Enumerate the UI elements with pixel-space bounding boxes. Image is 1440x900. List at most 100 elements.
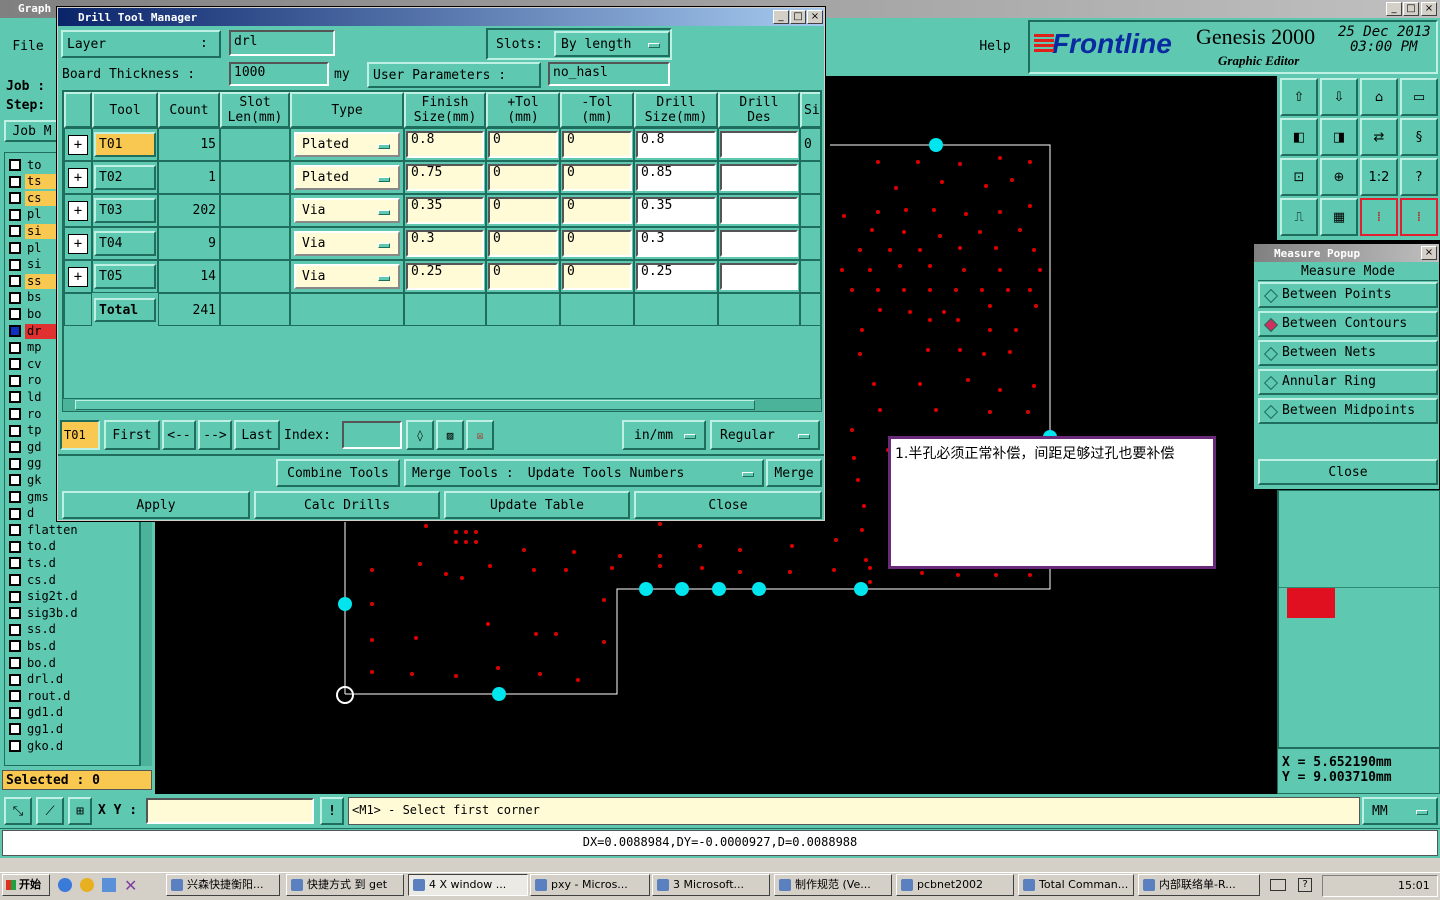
finish-size-field[interactable]: 0.75 <box>406 164 484 191</box>
plus-tol-field[interactable]: 0 <box>488 263 558 290</box>
plus-tol-field[interactable]: 0 <box>488 197 558 224</box>
center-icon[interactable]: ⊕ <box>1320 158 1358 196</box>
merge-button[interactable]: Merge <box>766 459 822 487</box>
dialog-minimize-icon[interactable]: _ <box>773 10 789 24</box>
window-icon[interactable]: ▭ <box>1400 78 1438 116</box>
help-icon[interactable]: ? <box>1400 158 1438 196</box>
zoom-scale-icon[interactable]: ⟋ <box>36 797 64 825</box>
minus-tol-field[interactable]: 0 <box>562 197 632 224</box>
type-dropdown[interactable]: Via <box>294 264 400 289</box>
home-icon[interactable]: ⌂ <box>1360 78 1398 116</box>
tool-button[interactable]: T05 <box>94 264 156 289</box>
drill-size-field[interactable]: 0.85 <box>636 164 716 191</box>
minus-tol-field[interactable]: 0 <box>562 164 632 191</box>
drill-des-field[interactable] <box>720 197 798 224</box>
expand-icon[interactable]: + <box>68 201 88 221</box>
ie-icon[interactable] <box>58 878 72 892</box>
thickness-field[interactable]: 1000 <box>229 62 329 86</box>
find-icon[interactable]: ◊ <box>406 420 434 450</box>
layer-field[interactable]: drl <box>229 30 335 56</box>
tool-button[interactable]: T03 <box>94 198 156 223</box>
minus-tol-field[interactable]: 0 <box>562 230 632 257</box>
slots-dropdown[interactable]: By length <box>554 31 670 57</box>
finish-size-field[interactable]: 0.3 <box>406 230 484 257</box>
drill-des-field[interactable] <box>720 263 798 290</box>
user-params-field[interactable]: no_hasl <box>548 62 670 86</box>
table-hscrollbar[interactable] <box>62 398 822 412</box>
s-curve-icon[interactable]: § <box>1400 118 1438 156</box>
taskbar-item[interactable]: Total Comman... <box>1018 874 1134 896</box>
taskbar-item[interactable]: 制作规范 (Ve... <box>774 874 892 896</box>
keyboard-icon[interactable] <box>1270 879 1286 891</box>
combine-tools-button[interactable]: Combine Tools <box>276 459 400 487</box>
image-icon[interactable]: ▨ <box>436 420 464 450</box>
measure-close-button[interactable]: Close <box>1258 459 1438 485</box>
drill-des-field[interactable] <box>720 131 798 158</box>
measure-close-icon[interactable]: × <box>1421 246 1437 260</box>
drill-des-field[interactable] <box>720 230 798 257</box>
measure-option[interactable]: Between Points <box>1258 282 1438 308</box>
drill-size-field[interactable]: 0.35 <box>636 197 716 224</box>
measure-option[interactable]: Between Contours <box>1258 311 1438 337</box>
apply-button[interactable]: Apply <box>62 491 250 519</box>
taskbar-item[interactable]: 内部联络单-R... <box>1138 874 1260 896</box>
zoom-window-icon[interactable]: ⤡ <box>4 797 32 825</box>
finish-size-field[interactable]: 0.35 <box>406 197 484 224</box>
merge-tools-dropdown[interactable]: Merge Tools : Update Tools Numbers <box>404 459 764 487</box>
ruler-icon[interactable]: ⎍ <box>1280 198 1318 236</box>
prev-button[interactable]: <-- <box>162 420 196 450</box>
drill-red-icon[interactable]: ⁞ <box>1400 198 1438 236</box>
calc-drills-button[interactable]: Calc Drills <box>254 491 440 519</box>
tool-button[interactable]: T04 <box>94 231 156 256</box>
tool-button[interactable]: T02 <box>94 165 156 190</box>
measure-option[interactable]: Annular Ring <box>1258 369 1438 395</box>
measure-option[interactable]: Between Midpoints <box>1258 398 1438 424</box>
export-icon[interactable]: ⇩ <box>1320 78 1358 116</box>
units-select[interactable]: MM <box>1362 797 1438 825</box>
drill-size-field[interactable]: 0.8 <box>636 131 716 158</box>
layer-option[interactable]: Layer <box>61 30 221 58</box>
quicklaunch2-icon[interactable] <box>102 878 116 892</box>
minus-tol-field[interactable]: 0 <box>562 263 632 290</box>
units-dropdown[interactable]: in/mm <box>622 420 706 450</box>
drill-des-field[interactable] <box>720 164 798 191</box>
fit-icon[interactable]: ⊡ <box>1280 158 1318 196</box>
first-button[interactable]: First <box>104 420 160 450</box>
last-button[interactable]: Last <box>234 420 280 450</box>
expand-icon[interactable]: + <box>68 267 88 287</box>
x-icon[interactable]: ✕ <box>124 876 137 895</box>
alert-icon[interactable]: ! <box>320 797 344 825</box>
grid-icon[interactable]: ⊞ <box>68 797 92 825</box>
mode-dropdown[interactable]: Regular <box>710 420 820 450</box>
drill-size-field[interactable]: 0.3 <box>636 230 716 257</box>
measure-option[interactable]: Between Nets <box>1258 340 1438 366</box>
type-dropdown[interactable]: Plated <box>294 165 400 190</box>
index-field[interactable] <box>342 421 402 449</box>
type-dropdown[interactable]: Plated <box>294 132 400 157</box>
type-dropdown[interactable]: Via <box>294 231 400 256</box>
tool-button[interactable]: T01 <box>94 132 156 157</box>
help-icon[interactable]: ? <box>1298 878 1312 892</box>
type-dropdown[interactable]: Via <box>294 198 400 223</box>
import-icon[interactable]: ⇧ <box>1280 78 1318 116</box>
taskbar-item[interactable]: pxy - Micros... <box>530 874 650 896</box>
taskbar-item[interactable]: 快捷方式 到 get <box>286 874 404 896</box>
drill-layer-icon[interactable]: ⁞ <box>1360 198 1398 236</box>
finish-size-field[interactable]: 0.25 <box>406 263 484 290</box>
minus-tol-field[interactable]: 0 <box>562 131 632 158</box>
dialog-maximize-icon[interactable]: □ <box>790 10 806 24</box>
taskbar-item[interactable]: 3 Microsoft... <box>652 874 770 896</box>
dialog-close-icon[interactable]: × <box>807 10 823 24</box>
taskbar-item[interactable]: 4 X window ... <box>408 874 528 896</box>
expand-icon[interactable]: + <box>68 234 88 254</box>
finish-size-field[interactable]: 0.8 <box>406 131 484 158</box>
mirror-icon[interactable]: ⇄ <box>1360 118 1398 156</box>
scale-icon[interactable]: 1:2 <box>1360 158 1398 196</box>
plus-tol-field[interactable]: 0 <box>488 131 558 158</box>
quicklaunch-icon[interactable] <box>80 878 94 892</box>
grid-view-icon[interactable]: ▦ <box>1320 198 1358 236</box>
next-button[interactable]: --> <box>198 420 232 450</box>
plus-tol-field[interactable]: 0 <box>488 230 558 257</box>
delete-icon[interactable]: ☒ <box>466 420 494 450</box>
drill-size-field[interactable]: 0.25 <box>636 263 716 290</box>
